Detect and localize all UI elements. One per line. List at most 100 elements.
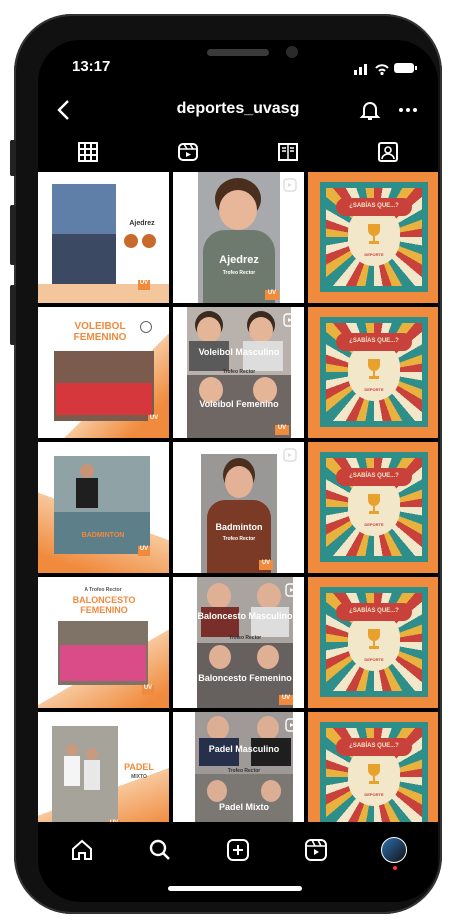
uv-badge: UV	[265, 290, 279, 300]
post-5[interactable]: Voleibol Masculino Trofeo Rector Voleibo…	[173, 307, 304, 438]
post-13[interactable]: PADEL MIXTO UV	[38, 712, 169, 822]
post-title: ¿SABÍAS QUE...?	[349, 608, 399, 614]
post-title: BADMINTON	[81, 532, 125, 539]
post-12[interactable]: ¿SABÍAS QUE...? DEPORTE	[308, 577, 438, 708]
home-icon	[72, 839, 92, 860]
carousel-reel-icon	[285, 583, 299, 597]
post-8[interactable]: Badminton Trofeo Rector UV	[173, 442, 304, 573]
notification-dot	[393, 866, 397, 870]
post-title: BALONCESTO FEMENINO	[72, 595, 136, 615]
tab-reels[interactable]	[168, 138, 208, 166]
signal-wifi-battery-icon	[354, 63, 417, 76]
post-title: Ajedrez	[219, 254, 259, 266]
post-9[interactable]: ¿SABÍAS QUE...? DEPORTE	[308, 442, 438, 573]
trophy-icon	[368, 764, 380, 784]
post-subtitle: Trofeo Rector	[222, 270, 256, 276]
post-title: Badminton	[215, 522, 263, 532]
profile-header: deportes_uvasg	[38, 96, 438, 126]
notifications-button[interactable]	[358, 98, 382, 122]
posts-grid: Ajedrez UV Ajedrez Trofeo Rector UV ¿SAB…	[38, 172, 438, 822]
post-1[interactable]: Ajedrez UV	[38, 172, 169, 303]
post-11[interactable]: Baloncesto Masculino Trofeo Rector Balon…	[173, 577, 304, 708]
post-6[interactable]: ¿SABÍAS QUE...? DEPORTE	[308, 307, 438, 438]
tab-grid[interactable]	[68, 138, 108, 166]
uv-badge: UV	[108, 820, 120, 822]
post-title: ¿SABÍAS QUE...?	[349, 203, 399, 209]
status-icons	[354, 60, 420, 76]
carousel-reel-icon	[285, 718, 299, 732]
reels-icon	[305, 839, 327, 861]
trophy-icon	[368, 359, 380, 379]
nav-reels[interactable]	[302, 836, 330, 864]
volume-up-button	[10, 205, 16, 265]
post-14[interactable]: Padel Masculino Trofeo Rector Padel Mixt…	[173, 712, 304, 822]
notch	[170, 40, 360, 74]
post-10[interactable]: A Trofeo Rector BALONCESTO FEMENINO UV	[38, 577, 169, 708]
plus-square-icon	[227, 839, 249, 861]
post-subtitle: MIXTO	[131, 774, 147, 780]
reel-icon	[283, 178, 297, 192]
trophy-icon	[368, 494, 380, 514]
post-subtitle: DEPORTE	[364, 252, 384, 257]
nav-search[interactable]	[146, 836, 174, 864]
uv-badge: UV	[279, 695, 293, 705]
volleyball-icon	[140, 321, 152, 333]
post-title: ¿SABÍAS QUE...?	[349, 743, 399, 749]
post-2[interactable]: Ajedrez Trofeo Rector UV	[173, 172, 304, 303]
post-subtitle: Trofeo Rector	[228, 635, 262, 641]
post-7[interactable]: BADMINTON UV	[38, 442, 169, 573]
profile-tabs	[38, 138, 438, 170]
avatar	[381, 837, 407, 863]
volume-down-button	[10, 285, 16, 345]
bottom-nav	[38, 826, 438, 876]
grid-icon	[78, 142, 98, 162]
chess-piece-icon	[142, 234, 156, 248]
mute-switch	[10, 140, 16, 176]
post-title: VOLEIBOL FEMENINO	[73, 321, 127, 343]
search-icon	[149, 839, 170, 860]
more-options-button[interactable]	[396, 98, 420, 122]
post-title: Voleibol Masculino	[198, 347, 280, 357]
more-horizontal-icon	[399, 108, 417, 112]
post-title: Padel Masculino	[208, 744, 280, 754]
trophy-icon	[368, 224, 380, 244]
front-camera	[286, 46, 298, 58]
carousel-reel-icon	[283, 313, 297, 327]
post-title-2: Voleibol Femenino	[199, 399, 279, 409]
nav-create[interactable]	[224, 836, 252, 864]
post-title-2: Baloncesto Femenino	[198, 673, 292, 683]
speaker	[207, 49, 269, 56]
uv-badge: UV	[138, 280, 150, 290]
post-15[interactable]: ¿SABÍAS QUE...? DEPORTE	[308, 712, 438, 822]
post-subtitle: DEPORTE	[364, 657, 384, 662]
post-title: ¿SABÍAS QUE...?	[349, 338, 399, 344]
trophy-icon	[368, 629, 380, 649]
post-title: Ajedrez	[129, 220, 155, 227]
uv-badge: UV	[259, 560, 273, 570]
bell-icon	[359, 102, 381, 120]
tab-guides[interactable]	[268, 138, 308, 166]
status-time: 13:17	[72, 58, 111, 75]
post-subtitle: DEPORTE	[364, 792, 384, 797]
post-subtitle: Trofeo Rector	[222, 536, 256, 542]
post-subtitle: A Trofeo Rector	[84, 587, 122, 593]
tagged-icon	[378, 142, 398, 162]
post-4[interactable]: VOLEIBOL FEMENINO UV	[38, 307, 169, 438]
post-title: PADEL	[124, 762, 154, 772]
uv-badge: UV	[142, 685, 154, 695]
uv-badge: UV	[275, 425, 289, 435]
post-title: ¿SABÍAS QUE...?	[349, 473, 399, 479]
tab-tagged[interactable]	[368, 138, 408, 166]
post-subtitle: DEPORTE	[364, 522, 384, 527]
reels-icon	[178, 143, 198, 161]
chess-piece-icon	[124, 234, 138, 248]
reel-icon	[283, 448, 297, 462]
nav-home[interactable]	[68, 836, 96, 864]
post-title: Baloncesto Masculino	[197, 611, 293, 621]
uv-badge: UV	[138, 546, 150, 556]
nav-profile[interactable]	[380, 836, 408, 864]
post-title-2: Padel Mixto	[218, 802, 269, 812]
guides-icon	[278, 143, 298, 161]
home-indicator	[168, 886, 302, 891]
post-3[interactable]: ¿SABÍAS QUE...? DEPORTE	[308, 172, 438, 303]
